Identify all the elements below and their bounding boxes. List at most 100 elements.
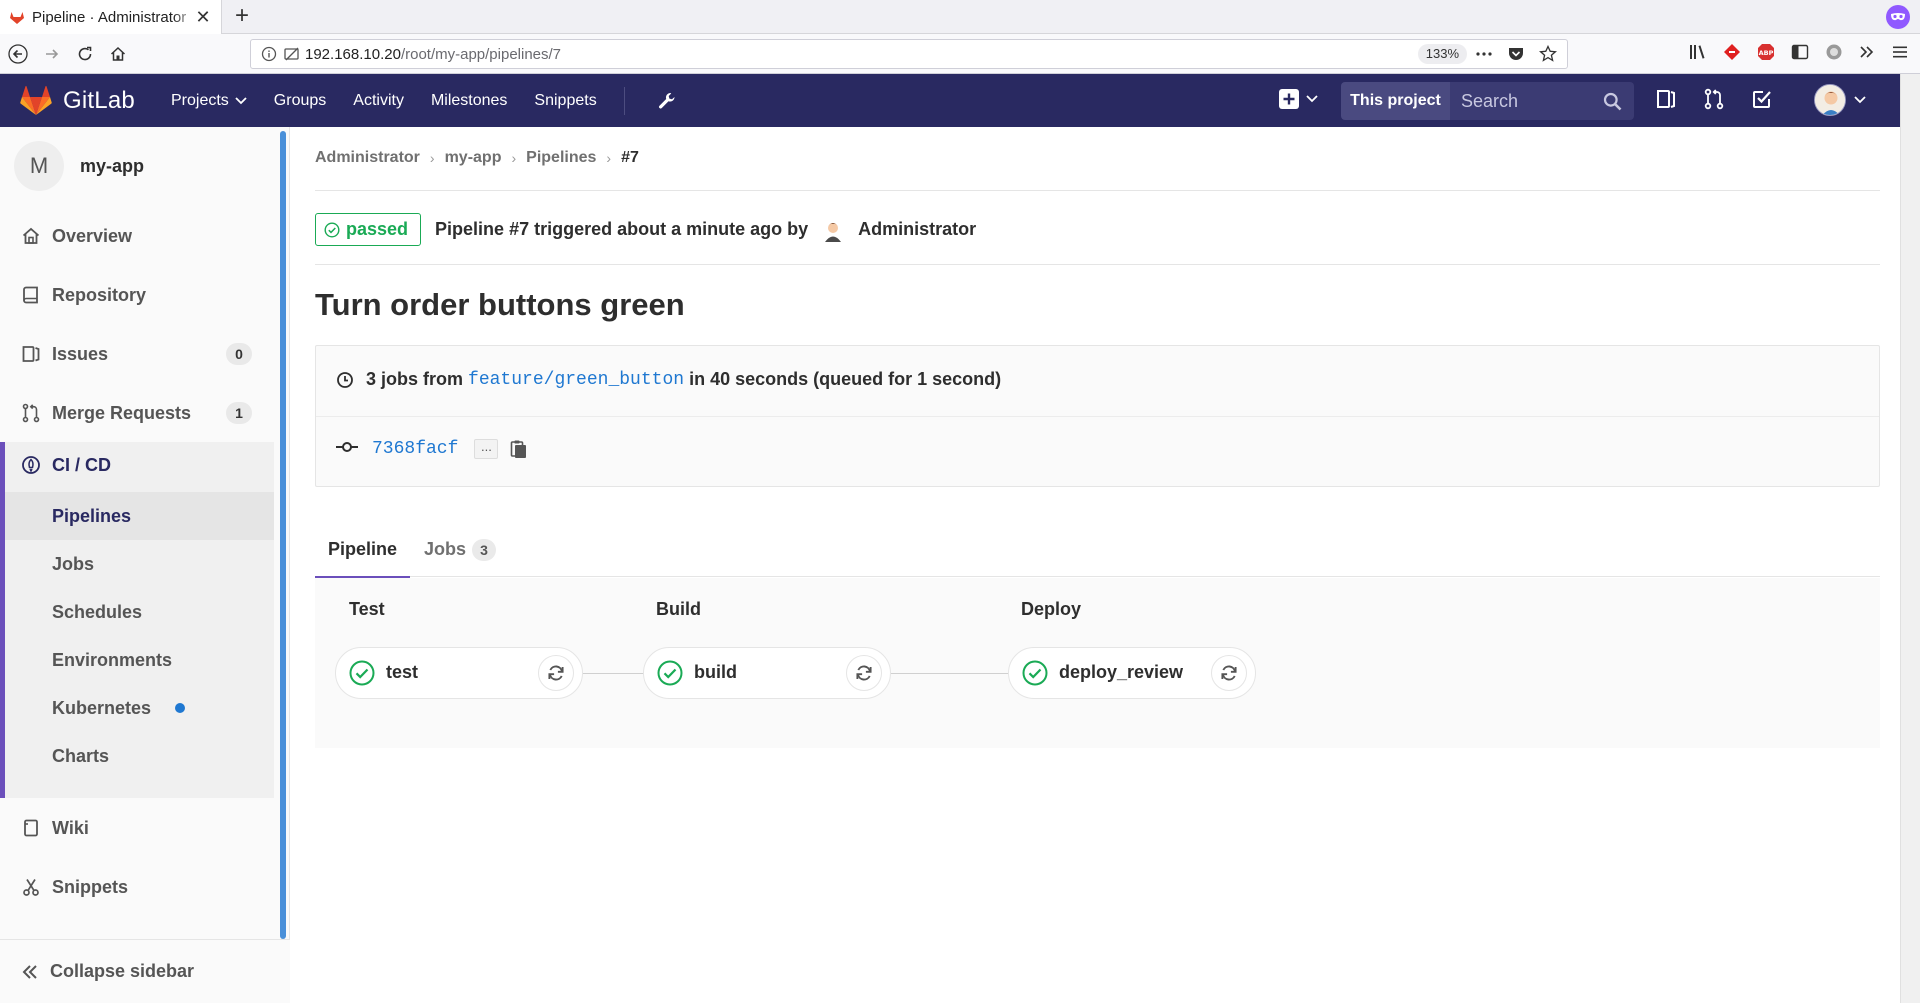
job-test[interactable]: test bbox=[335, 647, 583, 699]
sidebar-item-merge-requests[interactable]: Merge Requests 1 bbox=[0, 389, 274, 437]
sidebar-toggle-icon[interactable] bbox=[1790, 42, 1810, 62]
sidebar-item-schedules[interactable]: Schedules bbox=[5, 588, 274, 636]
breadcrumb: Administrator › my-app › Pipelines › #7 bbox=[315, 149, 639, 167]
sidebar-item-issues[interactable]: Issues 0 bbox=[0, 330, 274, 378]
gitlab-home-link[interactable]: GitLab bbox=[20, 86, 135, 116]
extension-globe-icon[interactable] bbox=[1824, 42, 1844, 62]
project-name: my-app bbox=[80, 155, 145, 176]
retry-job-button[interactable] bbox=[1211, 655, 1247, 691]
sidebar-item-snippets[interactable]: Snippets bbox=[0, 863, 274, 911]
page-actions-icon[interactable] bbox=[1475, 45, 1493, 63]
chevron-right-icon: › bbox=[511, 150, 517, 166]
sidebar-item-kubernetes[interactable]: Kubernetes bbox=[5, 684, 274, 732]
sidebar-item-label: Issues bbox=[52, 343, 109, 364]
pipeline-summary: Pipeline #7 triggered about a minute ago… bbox=[435, 219, 809, 239]
reload-icon[interactable] bbox=[73, 42, 97, 66]
job-name: build bbox=[694, 662, 737, 682]
sidebar-item-label: Kubernetes bbox=[52, 697, 152, 718]
home-page-icon[interactable] bbox=[106, 42, 130, 66]
sidebar-item-jobs[interactable]: Jobs bbox=[5, 540, 274, 588]
sidebar-item-cicd[interactable]: CI / CD bbox=[20, 454, 111, 476]
nav-milestones[interactable]: Milestones bbox=[431, 92, 507, 110]
sidebar-item-repository[interactable]: Repository bbox=[0, 271, 274, 319]
retry-job-button[interactable] bbox=[846, 655, 882, 691]
collapse-sidebar-button[interactable]: Collapse sidebar bbox=[0, 939, 290, 1003]
hamburger-menu-icon[interactable] bbox=[1890, 42, 1910, 62]
tab-jobs[interactable]: Jobs 3 bbox=[424, 522, 497, 577]
url-host: 192.168.10.20 bbox=[305, 46, 401, 63]
double-chevron-left-icon bbox=[20, 962, 40, 982]
wiki-icon bbox=[20, 817, 42, 839]
sidebar-group-cicd: CI / CD Pipelines Jobs Schedules Environ… bbox=[0, 442, 274, 798]
admin-wrench-icon[interactable] bbox=[657, 91, 677, 111]
breadcrumb-administrator[interactable]: Administrator bbox=[315, 149, 420, 167]
status-badge[interactable]: passed bbox=[315, 213, 422, 246]
commit-title: Turn order buttons green bbox=[315, 287, 685, 322]
page-scrollbar[interactable] bbox=[1900, 74, 1920, 1003]
overflow-chevrons-icon[interactable] bbox=[1858, 42, 1876, 62]
adblock-icon[interactable]: ABP bbox=[1756, 42, 1776, 62]
nav-groups[interactable]: Groups bbox=[274, 92, 326, 110]
expand-commit-message-button[interactable]: ... bbox=[474, 439, 499, 459]
pocket-icon[interactable] bbox=[1507, 45, 1525, 63]
sidebar-item-wiki[interactable]: Wiki bbox=[0, 804, 274, 852]
status-success-icon bbox=[324, 221, 340, 238]
sidebar-item-pipelines[interactable]: Pipelines bbox=[5, 492, 274, 540]
new-item-dropdown[interactable] bbox=[1278, 88, 1318, 110]
main-content: Administrator › my-app › Pipelines › #7 … bbox=[315, 127, 1880, 1003]
search-icon[interactable] bbox=[1603, 92, 1622, 111]
status-badge-label: passed bbox=[346, 219, 409, 239]
issues-shortcut-icon[interactable] bbox=[1655, 88, 1677, 110]
sidebar-item-label: Snippets bbox=[52, 876, 129, 897]
gitlab-favicon-icon bbox=[10, 12, 24, 24]
retry-job-button[interactable] bbox=[538, 655, 574, 691]
search-scope-button[interactable]: This project bbox=[1341, 82, 1450, 120]
project-sidebar: M my-app Overview Repository Issues 0 Me… bbox=[0, 127, 290, 1003]
library-icon[interactable] bbox=[1688, 42, 1708, 62]
forward-icon[interactable] bbox=[40, 42, 64, 66]
sidebar-cicd-label: CI / CD bbox=[52, 454, 112, 475]
search-input[interactable] bbox=[1461, 90, 1591, 112]
todos-check-icon[interactable] bbox=[1751, 88, 1773, 110]
nav-projects[interactable]: Projects bbox=[171, 92, 247, 110]
rocket-icon bbox=[20, 454, 42, 476]
address-bar[interactable]: 192.168.10.20/root/my-app/pipelines/7 13… bbox=[250, 39, 1568, 69]
breadcrumb-my-app[interactable]: my-app bbox=[445, 149, 502, 167]
sidebar-item-overview[interactable]: Overview bbox=[0, 212, 274, 260]
bookmark-star-icon[interactable] bbox=[1539, 45, 1557, 63]
nav-snippets[interactable]: Snippets bbox=[534, 92, 596, 110]
info-icon[interactable] bbox=[261, 46, 277, 62]
clock-icon bbox=[336, 371, 354, 389]
commit-sha-link[interactable]: 7368facf bbox=[372, 439, 458, 459]
user-menu[interactable] bbox=[1814, 84, 1866, 116]
new-tab-icon[interactable]: + bbox=[229, 4, 255, 30]
retry-icon bbox=[856, 665, 872, 681]
extension-red-icon[interactable] bbox=[1722, 42, 1742, 62]
sidebar-project-link[interactable]: M my-app bbox=[14, 141, 144, 191]
breadcrumb-pipelines[interactable]: Pipelines bbox=[526, 149, 596, 167]
user-avatar[interactable] bbox=[820, 217, 846, 243]
breadcrumb-pipeline-id[interactable]: #7 bbox=[621, 149, 639, 167]
copy-sha-icon[interactable] bbox=[510, 439, 528, 459]
job-deploy-review[interactable]: deploy_review bbox=[1008, 647, 1256, 699]
gitlab-wordmark: GitLab bbox=[63, 87, 135, 114]
nav-activity[interactable]: Activity bbox=[353, 92, 404, 110]
pipeline-user-link[interactable]: Administrator bbox=[858, 219, 976, 240]
branch-link[interactable]: feature/green_button bbox=[468, 370, 684, 390]
sidebar-scrollbar[interactable] bbox=[280, 131, 286, 939]
merge-requests-shortcut-icon[interactable] bbox=[1703, 88, 1725, 110]
browser-tab-bar: Pipeline · Administrator ✕ + bbox=[0, 0, 1920, 34]
browser-tab[interactable]: Pipeline · Administrator ✕ bbox=[0, 0, 222, 34]
tracking-protection-icon[interactable] bbox=[283, 46, 301, 62]
tab-pipeline[interactable]: Pipeline bbox=[315, 522, 410, 578]
back-icon[interactable] bbox=[6, 42, 30, 66]
new-feature-dot bbox=[175, 703, 186, 713]
stage-title: Deploy bbox=[1021, 599, 1082, 619]
job-build[interactable]: build bbox=[643, 647, 891, 699]
close-tab-icon[interactable]: ✕ bbox=[193, 7, 213, 27]
gitlab-header: GitLab Projects Groups Activity Mileston… bbox=[0, 74, 1900, 127]
sidebar-item-environments[interactable]: Environments bbox=[5, 636, 274, 684]
pipeline-info-box: 3 jobs from feature/green_button in 40 s… bbox=[315, 345, 1880, 487]
zoom-level-badge[interactable]: 133% bbox=[1417, 44, 1467, 64]
sidebar-item-charts[interactable]: Charts bbox=[5, 732, 274, 780]
